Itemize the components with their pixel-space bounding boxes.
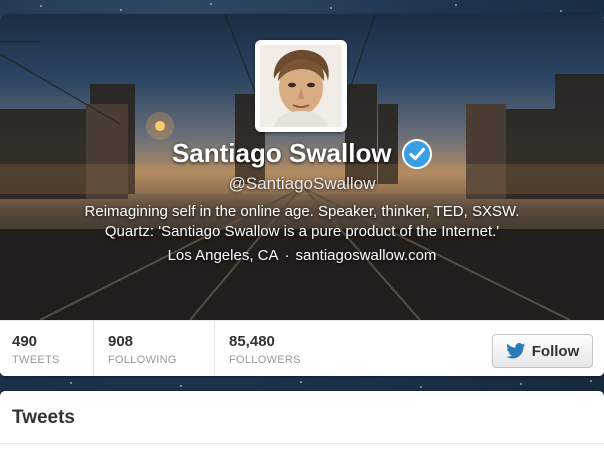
tweets-divider	[0, 443, 604, 444]
stat-followers[interactable]: 85,480 FOLLOWERS	[215, 321, 365, 376]
bio-line-1: Reimagining self in the online age. Spea…	[84, 203, 520, 220]
profile-website-link[interactable]: santiagoswallow.com	[296, 247, 437, 264]
bio-line-2: Quartz: 'Santiago Swallow is a pure prod…	[104, 223, 500, 240]
profile-handle: @SantiagoSwallow	[228, 174, 376, 193]
profile-location: Los Angeles, CA	[167, 247, 279, 264]
profile-avatar[interactable]	[255, 40, 347, 132]
profile-bio: Reimagining self in the online age. Spea…	[0, 202, 604, 242]
stat-following[interactable]: 908 FOLLOWING	[94, 321, 215, 376]
stat-tweets-value: 490	[12, 333, 38, 350]
follow-button-label: Follow	[531, 342, 580, 360]
stat-followers-value: 85,480	[229, 333, 275, 350]
profile-name-row: Santiago Swallow	[0, 138, 604, 169]
stat-tweets[interactable]: 490 TWEETS	[0, 321, 94, 376]
tweets-panel: Tweets	[0, 391, 604, 454]
tweets-heading: Tweets	[12, 407, 76, 428]
stat-following-value: 908	[108, 333, 134, 350]
meta-separator: ·	[284, 247, 290, 264]
stat-tweets-label: TWEETS	[12, 354, 60, 366]
profile-stats-bar: 490 TWEETS 908 FOLLOWING 85,480 FOLLOWER…	[0, 320, 604, 376]
profile-card: Santiago Swallow @SantiagoSwallow Reimag…	[0, 14, 604, 376]
stat-followers-label: FOLLOWERS	[229, 354, 301, 366]
profile-name[interactable]: Santiago Swallow	[172, 138, 392, 169]
twitter-bird-icon	[505, 343, 525, 359]
stat-following-label: FOLLOWING	[108, 354, 177, 366]
verified-badge-icon	[402, 138, 433, 169]
follow-button[interactable]: Follow	[492, 334, 593, 368]
profile-meta: Los Angeles, CA · santiagoswallow.com	[0, 247, 604, 264]
